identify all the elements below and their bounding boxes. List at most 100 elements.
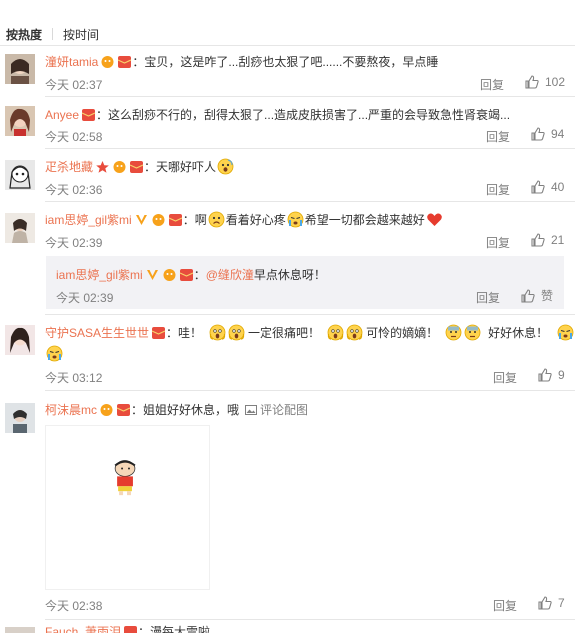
comment-text: ：哇！ [166, 326, 203, 340]
avatar[interactable] [5, 54, 35, 84]
reply-button[interactable]: 回复 [476, 289, 500, 306]
avatar[interactable] [5, 403, 35, 433]
comment-image-link[interactable]: 评论配图 [245, 401, 308, 418]
comment-text: ：漫每大雪啦 [138, 625, 211, 633]
like-count: 102 [545, 75, 566, 89]
redpacket-badge-icon [129, 160, 144, 174]
comment-line: iam思婷_gil紫mi ：啊 看着好心疼 希望一切都会越来越好 [45, 211, 444, 228]
vip-badge-icon [112, 160, 127, 174]
like-button[interactable]: 21 [530, 232, 564, 248]
username[interactable]: Fauch_萧雨泪 [45, 623, 121, 633]
like-button[interactable]: 赞 [520, 287, 553, 304]
comment-line: 潼妍tamia ：宝贝，这是咋了...刮痧也太狠了吧......不要熬夜，早点睡 [45, 53, 438, 70]
divider [45, 390, 575, 391]
heart-icon [426, 211, 443, 228]
divider [0, 45, 575, 46]
comment-text: ：姐姐好好休息，哦 [131, 403, 240, 417]
username[interactable]: iam思婷_gil紫mi [45, 211, 132, 228]
comment-image[interactable] [45, 425, 210, 590]
divider [45, 201, 575, 202]
like-button[interactable]: 94 [530, 126, 564, 142]
redpacket-badge-icon [81, 108, 96, 122]
cry-emoji-icon [557, 324, 574, 341]
comment-text: 可怜的嫡嫡！ [366, 326, 439, 340]
scream-emoji-icon [327, 324, 344, 341]
avatar[interactable] [5, 106, 35, 136]
comment-image-label: 评论配图 [260, 403, 309, 417]
comment-time: 今天 02:39 [56, 291, 114, 305]
star-badge-icon [95, 160, 110, 174]
like-button[interactable]: 7 [537, 595, 565, 611]
username[interactable]: 守护SASA生生世世 [45, 324, 149, 341]
reply-button[interactable]: 回复 [486, 234, 510, 251]
divider [45, 314, 575, 315]
comment-text: 好好休息！ [488, 326, 549, 340]
redpacket-badge-icon [123, 625, 138, 633]
like-count: 94 [551, 127, 565, 141]
sort-by-hot[interactable]: 按热度 [6, 26, 42, 43]
comment-text: ：啊 [182, 213, 207, 227]
avatar[interactable] [5, 160, 35, 190]
redpacket-badge-icon [151, 326, 166, 340]
image-icon [245, 404, 258, 415]
sub-reply: iam思婷_gil紫mi ： @缝欣潼 早点休息呀！ 今天 02:39 回复 赞 [46, 256, 564, 309]
scared-emoji-icon [217, 158, 234, 175]
avatar[interactable] [5, 213, 35, 243]
like-button[interactable]: 40 [530, 179, 564, 195]
mention-link[interactable]: @缝欣潼 [206, 266, 254, 283]
scream-emoji-icon [209, 324, 226, 341]
vip-badge-icon [99, 403, 114, 417]
thumb-up-icon [538, 368, 552, 382]
username[interactable]: Anyee [45, 108, 79, 122]
reply-button[interactable]: 回复 [486, 128, 510, 145]
redpacket-badge-icon [117, 55, 132, 69]
vip-badge-icon [100, 55, 115, 69]
sort-by-time[interactable]: 按时间 [63, 26, 99, 43]
comment-text: ：这么刮痧不行的，刮得太狠了...造成皮肤损害了...严重的会导致急性肾衰竭..… [96, 108, 511, 122]
divider [45, 148, 575, 149]
username[interactable]: 疋杀地藏 [45, 158, 93, 175]
comment-line: 守护SASA生生世世 ：哇！ 一定很痛吧！ 可怜的嫡嫡！ 好好休息！ [45, 324, 575, 341]
like-button[interactable]: 9 [537, 367, 565, 383]
avatar[interactable] [5, 325, 35, 355]
comment-time: 今天 02:36 [45, 183, 103, 197]
comment-time: 今天 02:37 [45, 78, 103, 92]
comment-time: 今天 03:12 [45, 371, 103, 385]
thumb-up-icon [521, 288, 535, 303]
colon: ： [193, 268, 206, 282]
vip-badge-icon [151, 213, 166, 227]
avatar[interactable] [5, 627, 35, 633]
comment-text: 一定很痛吧！ [248, 326, 321, 340]
comment-time: 今天 02:38 [45, 599, 103, 613]
crayon-shin-chan-sticker [114, 460, 136, 496]
like-count: 7 [558, 596, 565, 610]
thumb-up-icon [531, 127, 545, 141]
like-count: 40 [551, 180, 565, 194]
like-button[interactable]: 102 [524, 74, 565, 90]
reply-button[interactable]: 回复 [480, 76, 504, 93]
thumb-up-icon [538, 596, 552, 610]
username[interactable]: 潼妍tamia [45, 53, 98, 70]
redpacket-badge-icon [116, 403, 131, 417]
username[interactable]: iam思婷_gil紫mi [56, 266, 143, 283]
cry-emoji-icon [287, 211, 304, 228]
comment-text: ：天哪好吓人 [144, 160, 217, 174]
reply-button[interactable]: 回复 [486, 181, 510, 198]
scream-emoji-icon [346, 324, 363, 341]
sweat-emoji-icon [464, 324, 481, 341]
reply-button[interactable]: 回复 [493, 369, 517, 386]
comment-text: ：宝贝，这是咋了...刮痧也太狠了吧......不要熬夜，早点睡 [132, 55, 439, 69]
comment-line: 柯沫晨mc ：姐姐好好休息，哦 评论配图 [45, 401, 308, 418]
reply-button[interactable]: 回复 [493, 597, 517, 614]
comment-line [45, 345, 64, 362]
thumb-up-icon [525, 75, 539, 89]
comment-time: 今天 02:39 [45, 236, 103, 250]
comment-text: 早点休息呀！ [253, 268, 326, 282]
comment-line: iam思婷_gil紫mi ： @缝欣潼 早点休息呀！ [56, 266, 326, 283]
like-count: 9 [558, 368, 565, 382]
comment-line: 疋杀地藏 ：天哪好吓人 [45, 158, 235, 175]
v-badge-icon [134, 213, 149, 227]
sort-divider [52, 28, 54, 40]
comment-line: Fauch_萧雨泪 ：漫每大雪啦 [45, 623, 210, 633]
username[interactable]: 柯沫晨mc [45, 401, 97, 418]
